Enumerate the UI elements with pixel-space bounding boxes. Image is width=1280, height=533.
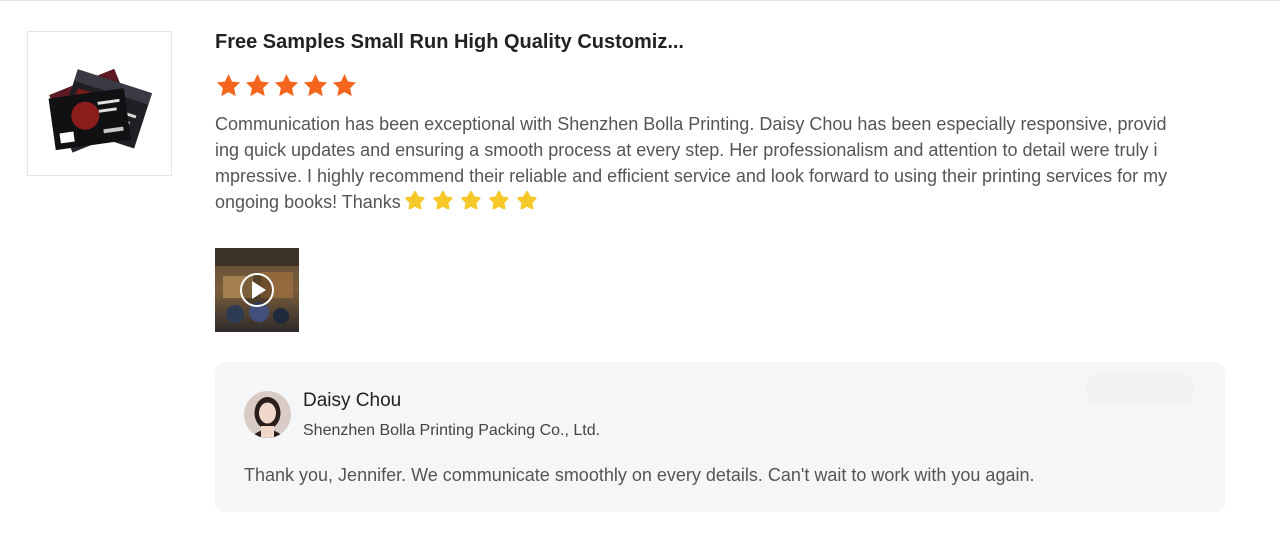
review-video-thumbnail[interactable] xyxy=(215,248,299,332)
review-text-block: Communication has been exceptional with … xyxy=(215,111,1170,215)
star-rating xyxy=(215,72,1225,100)
play-icon[interactable] xyxy=(240,273,274,307)
reply-text: Thank you, Jennifer. We communicate smoo… xyxy=(244,465,1035,485)
review-content: Free Samples Small Run High Quality Cust… xyxy=(215,28,1225,215)
seller-company: Shenzhen Bolla Printing Packing Co., Ltd… xyxy=(303,422,601,439)
review-card: Free Samples Small Run High Quality Cust… xyxy=(0,0,1280,533)
product-thumbnail[interactable] xyxy=(27,31,172,176)
star-icon xyxy=(216,74,241,97)
emoji-star-icon xyxy=(405,191,425,210)
emoji-stars xyxy=(404,189,538,211)
star-icon xyxy=(274,74,299,97)
seller-name: Daisy Chou xyxy=(303,390,402,411)
star-icon xyxy=(245,74,270,97)
star-icon xyxy=(303,74,328,97)
emoji-star-icon xyxy=(433,191,453,210)
emoji-star-icon xyxy=(461,191,481,210)
emoji-star-icon xyxy=(517,191,537,210)
seller-reply: Daisy Chou Shenzhen Bolla Printing Packi… xyxy=(215,362,1225,512)
avatar xyxy=(244,391,291,438)
reply-ghost-pill xyxy=(1085,374,1195,404)
review-text: Communication has been exceptional with … xyxy=(215,114,1168,212)
star-icon xyxy=(332,74,357,97)
emoji-star-icon xyxy=(489,191,509,210)
product-title[interactable]: Free Samples Small Run High Quality Cust… xyxy=(215,28,1225,56)
